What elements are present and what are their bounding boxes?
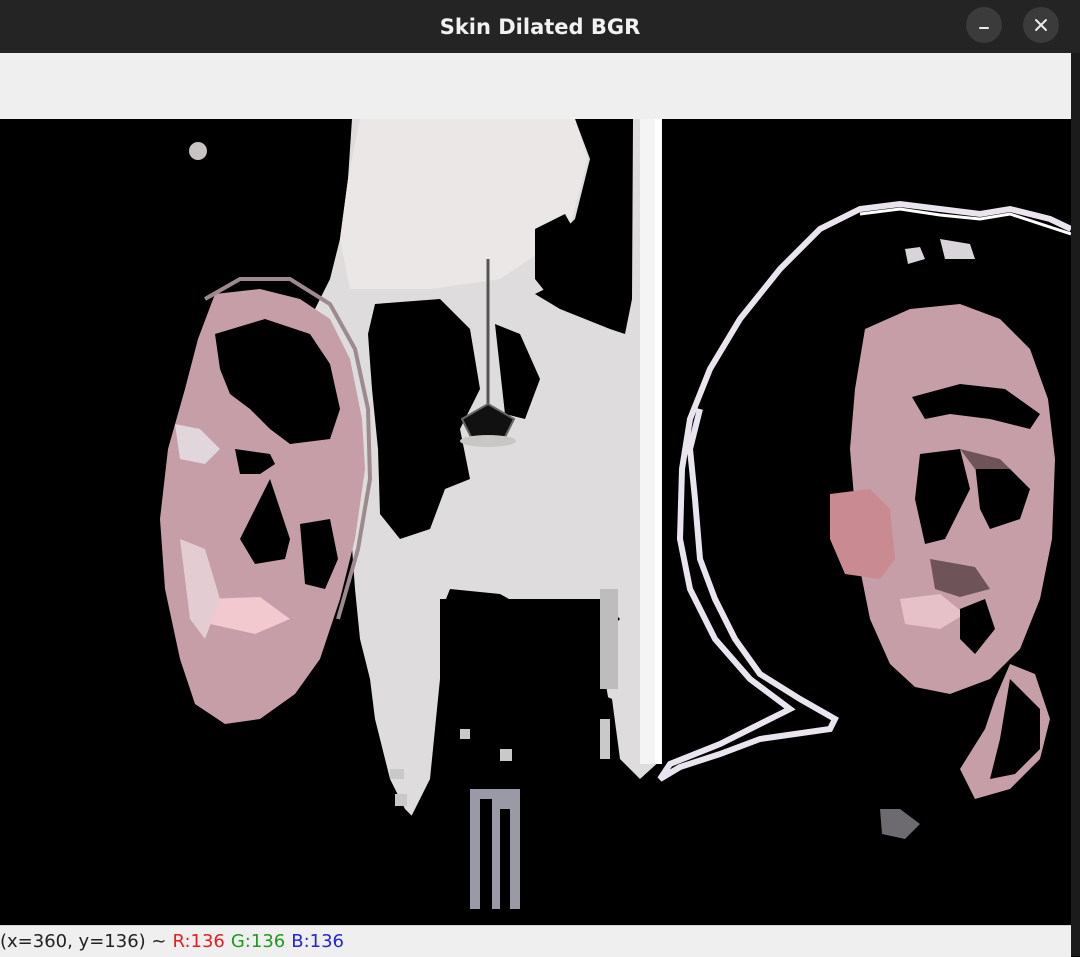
blue-value: B:136 — [291, 931, 345, 952]
minus-icon — [979, 27, 989, 29]
toolbar — [0, 53, 1071, 120]
masked-image — [160, 119, 1071, 925]
window-edge — [1071, 53, 1080, 956]
minimize-button[interactable] — [966, 7, 1002, 43]
red-value: R:136 — [172, 931, 225, 952]
close-button[interactable] — [1023, 7, 1059, 43]
cursor-coordinates: (x=360, y=136) ~ — [0, 931, 167, 952]
title-bar: Skin Dilated BGR — [0, 0, 1080, 53]
status-bar: (x=360, y=136) ~ R:136 G:136 B:136 — [0, 925, 1071, 957]
close-icon — [1035, 19, 1047, 31]
window-title: Skin Dilated BGR — [439, 14, 641, 39]
green-value: G:136 — [230, 931, 286, 952]
image-canvas[interactable] — [0, 119, 1071, 925]
